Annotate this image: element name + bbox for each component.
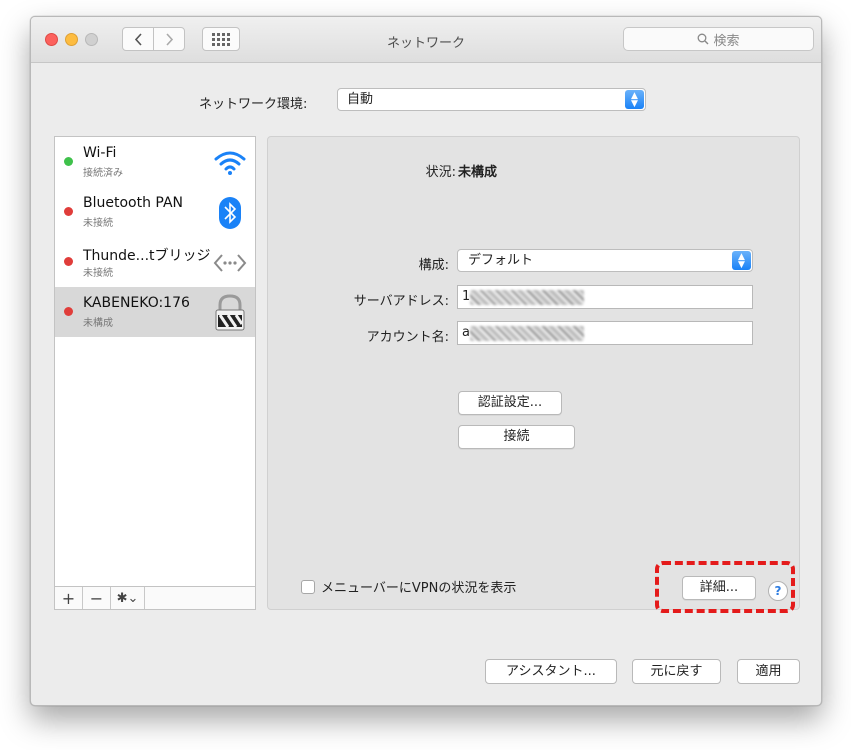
connect-button[interactable]: 接続 bbox=[458, 425, 575, 449]
action-menu-button[interactable]: ✱⌄ bbox=[111, 587, 145, 609]
gear-icon: ✱⌄ bbox=[116, 590, 139, 606]
server-address-label: サーバアドレス: bbox=[353, 294, 449, 309]
show-vpn-status-row[interactable]: メニューバーにVPNの状況を表示 bbox=[301, 577, 516, 596]
account-name-field[interactable]: a bbox=[457, 321, 753, 345]
show-vpn-status-label: メニューバーにVPNの状況を表示 bbox=[321, 581, 517, 596]
search-icon bbox=[698, 33, 709, 45]
apply-button[interactable]: 適用 bbox=[737, 659, 800, 684]
status-dot-connected bbox=[64, 157, 73, 166]
location-select[interactable]: 自動 ▲ ▼ bbox=[337, 88, 646, 111]
title-bar: ネットワーク 検索 bbox=[31, 17, 821, 63]
status-label: 状況: bbox=[425, 165, 456, 180]
account-name-value: a bbox=[462, 325, 470, 340]
location-value: 自動 bbox=[347, 92, 374, 107]
status-value: 未構成 bbox=[458, 165, 498, 180]
service-item-bluetooth-pan[interactable]: Bluetooth PAN 未接続 bbox=[55, 187, 255, 237]
status-dot-disconnected bbox=[64, 257, 73, 266]
redacted-blur bbox=[470, 290, 584, 305]
select-arrows-icon: ▲ ▼ bbox=[625, 90, 644, 109]
server-address-field[interactable]: 1 bbox=[457, 285, 753, 309]
add-service-button[interactable]: + bbox=[55, 587, 83, 609]
vpn-detail-panel: 状況: 未構成 構成: デフォルト ▲ ▼ サーバアドレス: 1 アカウント名: … bbox=[267, 136, 800, 610]
bluetooth-icon bbox=[213, 196, 247, 230]
service-name: Thunde...tブリッジ bbox=[83, 248, 211, 264]
service-status: 接続済み bbox=[83, 168, 123, 179]
status-dot-disconnected bbox=[64, 207, 73, 216]
authentication-settings-button[interactable]: 認証設定... bbox=[458, 391, 562, 415]
service-item-thunderbolt-bridge[interactable]: Thunde...tブリッジ 未接続 bbox=[55, 237, 255, 287]
search-field[interactable]: 検索 bbox=[623, 27, 814, 51]
configuration-value: デフォルト bbox=[468, 253, 534, 268]
service-status: 未接続 bbox=[83, 218, 113, 229]
service-status: 未構成 bbox=[83, 318, 113, 329]
revert-button[interactable]: 元に戻す bbox=[632, 659, 721, 684]
configuration-label: 構成: bbox=[418, 258, 449, 273]
show-vpn-status-checkbox[interactable] bbox=[301, 579, 315, 594]
service-list-toolbar: + − ✱⌄ bbox=[55, 586, 255, 609]
highlight-annotation bbox=[655, 561, 795, 613]
service-name: Wi-Fi bbox=[83, 145, 117, 161]
service-item-wifi[interactable]: Wi-Fi 接続済み bbox=[55, 137, 255, 187]
wifi-icon bbox=[213, 146, 247, 180]
search-placeholder: 検索 bbox=[713, 33, 740, 49]
vpn-lock-icon bbox=[213, 294, 247, 331]
remove-service-button[interactable]: − bbox=[83, 587, 111, 609]
redacted-blur bbox=[470, 326, 584, 341]
status-dot-not-configured bbox=[64, 307, 73, 316]
assistant-button[interactable]: アシスタント... bbox=[485, 659, 617, 684]
location-label: ネットワーク環境: bbox=[199, 97, 308, 112]
service-list: Wi-Fi 接続済み Bluetooth PAN 未接続 Thunde...tブ… bbox=[54, 136, 256, 610]
service-status: 未接続 bbox=[83, 268, 113, 279]
service-name: Bluetooth PAN bbox=[83, 195, 184, 211]
service-item-kabeneko-vpn[interactable]: KABENEKO:176 未構成 bbox=[55, 287, 255, 337]
configuration-select[interactable]: デフォルト ▲ ▼ bbox=[457, 249, 753, 272]
thunderbolt-bridge-icon bbox=[213, 246, 247, 280]
account-name-label: アカウント名: bbox=[366, 330, 449, 345]
select-arrows-icon: ▲ ▼ bbox=[732, 251, 751, 270]
network-preferences-window: ネットワーク 検索 ネットワーク環境: 自動 ▲ ▼ Wi-Fi 接続済み Bl… bbox=[30, 16, 822, 706]
service-name: KABENEKO:176 bbox=[83, 295, 190, 311]
